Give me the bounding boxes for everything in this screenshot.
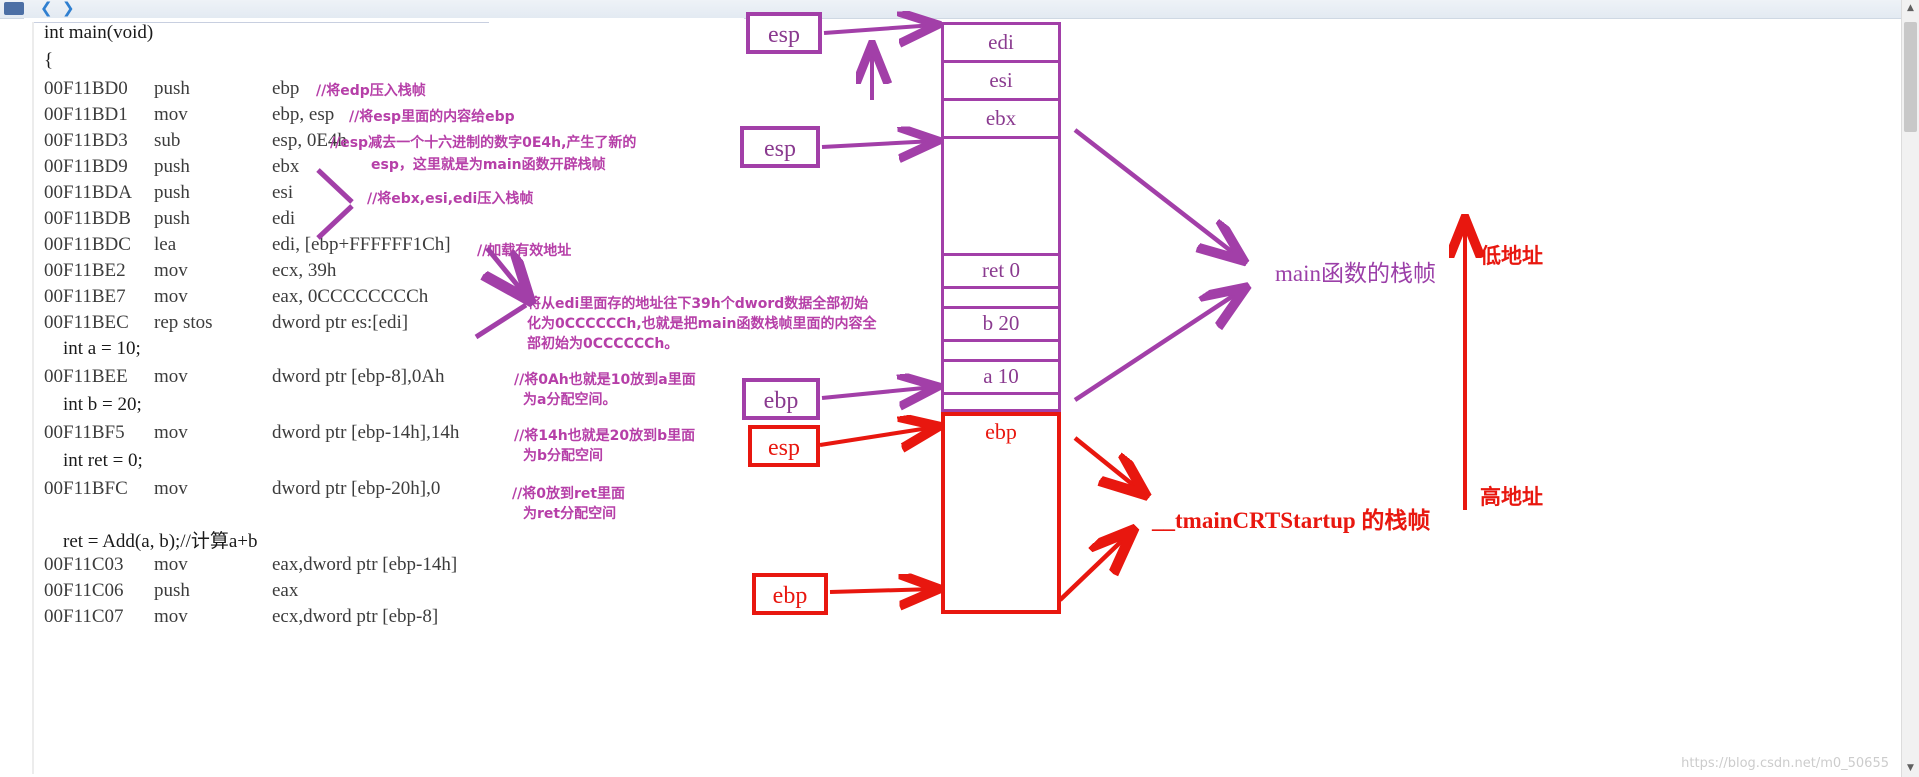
stack-cell bbox=[941, 339, 1061, 359]
stack-cell: ret 0 bbox=[941, 253, 1061, 286]
stack-cell bbox=[941, 136, 1061, 253]
chevron-right-icon[interactable]: ❯ bbox=[62, 1, 75, 16]
arrow-stack-top-to-main-frame bbox=[1073, 128, 1240, 258]
stack-cell-ebp: ebp bbox=[941, 412, 1061, 449]
code-comment: //将0Ah也就是10放到a里面 bbox=[514, 372, 696, 388]
code-comment: //将edp压入栈帧 bbox=[316, 83, 426, 99]
code-line: 00F11C07 mov ecx,dword ptr [ebp-8] bbox=[44, 606, 439, 627]
code-comment: //加载有效地址 bbox=[477, 243, 572, 259]
watermark-text: https://blog.csdn.net/m0_50655 bbox=[1681, 756, 1889, 771]
chevron-left-icon[interactable]: ❮ bbox=[40, 1, 53, 16]
code-comment: //将esp里面的内容给ebp bbox=[349, 109, 515, 125]
arrow-ebp-to-a bbox=[821, 387, 934, 398]
code-line: 00F11BD0 push ebp bbox=[44, 78, 300, 99]
register-box-ebp-1: ebp bbox=[742, 378, 820, 420]
register-box-esp-2: esp bbox=[740, 126, 820, 168]
code-line: 00F11BDC lea edi, [ebp+FFFFFF1Ch] bbox=[44, 234, 451, 255]
register-box-esp-red: esp bbox=[748, 425, 820, 467]
arrow-ebp-red-to-frame-bottom bbox=[829, 589, 935, 592]
code-line: 00F11C03 mov eax,dword ptr [ebp-14h] bbox=[44, 554, 458, 575]
stack-cell bbox=[941, 392, 1061, 412]
arrow-crt-frame-lower bbox=[1058, 533, 1130, 602]
code-left-guide-line bbox=[32, 22, 34, 774]
code-line: 00F11BDB push edi bbox=[44, 208, 296, 229]
code-comment: //esp减去一个十六进制的数字0E4h,产生了新的 bbox=[330, 135, 637, 151]
code-line: int main(void) bbox=[44, 22, 154, 43]
code-line: 00F11BE7 mov eax, 0CCCCCCCCh bbox=[44, 286, 429, 307]
code-line: 00F11BFC mov dword ptr [ebp-20h],0 bbox=[44, 478, 441, 499]
code-comment: 为b分配空间 bbox=[523, 448, 604, 464]
annotation-low-address: 低地址 bbox=[1480, 244, 1543, 268]
stack-cell: ebx bbox=[941, 98, 1061, 136]
code-comment: 将从edi里面存的地址往下39h个dword数据全部初始 bbox=[527, 296, 869, 312]
scroll-up-arrow-icon[interactable]: ▲ bbox=[1902, 0, 1919, 17]
code-comment: 为ret分配空间 bbox=[523, 506, 617, 522]
disassembly-code-pane: int main(void) { 00F11BD0 push ebp 00F11BD… bbox=[24, 18, 744, 777]
code-comment: esp，这里就是为main函数开辟栈帧 bbox=[371, 157, 606, 173]
code-line: int b = 20; bbox=[44, 394, 142, 415]
code-line: 00F11BEE mov dword ptr [ebp-8],0Ah bbox=[44, 366, 445, 387]
stack-cell: esi bbox=[941, 60, 1061, 98]
code-line: 00F11BDA push esi bbox=[44, 182, 294, 203]
code-line: 00F11BD1 mov ebp, esp bbox=[44, 104, 335, 125]
code-line: int ret = 0; bbox=[44, 450, 143, 471]
code-comment: 化为0CCCCCCh,也就是把main函数栈帧里面的内容全 bbox=[527, 316, 877, 332]
stack-cell: b 20 bbox=[941, 306, 1061, 339]
app-logo-icon bbox=[4, 2, 24, 15]
arrow-stack-bottom-to-main-frame bbox=[1073, 290, 1242, 402]
stack-cell: edi bbox=[941, 22, 1061, 60]
arrow-crt-frame-upper bbox=[1073, 436, 1142, 492]
register-box-esp-1: esp bbox=[746, 12, 822, 54]
code-comment: //将0放到ret里面 bbox=[512, 486, 626, 502]
code-line: 00F11BEC rep stos dword ptr es:[edi] bbox=[44, 312, 409, 333]
annotation-main-frame: main函数的栈帧 bbox=[1275, 261, 1436, 286]
code-comment: //将14h也就是20放到b里面 bbox=[514, 428, 696, 444]
code-line: 00F11BF5 mov dword ptr [ebp-14h],14h bbox=[44, 422, 460, 443]
code-line: { bbox=[44, 50, 54, 71]
annotation-crt-frame: __tmainCRTStartup 的栈帧 bbox=[1152, 508, 1431, 533]
scrollbar-thumb[interactable] bbox=[1904, 22, 1917, 132]
code-line: 00F11BE2 mov ecx, 39h bbox=[44, 260, 337, 281]
arrow-esp-red-to-ebp bbox=[819, 427, 935, 445]
scroll-down-arrow-icon[interactable]: ▼ bbox=[1902, 760, 1919, 777]
code-comment: //将ebx,esi,edi压入栈帧 bbox=[367, 191, 534, 207]
arrow-esp1-to-edi bbox=[823, 25, 934, 33]
browser-top-strip: ❮ ❯ bbox=[0, 0, 1919, 19]
stack-cell bbox=[941, 286, 1061, 306]
code-line: 00F11C06 push eax bbox=[44, 580, 299, 601]
code-comment: 部初始为0CCCCCCh。 bbox=[527, 336, 679, 352]
vertical-scrollbar[interactable]: ▲ ▼ bbox=[1901, 0, 1919, 777]
arrow-esp2-to-stack bbox=[821, 141, 934, 147]
stack-cell-crt-frame bbox=[941, 449, 1061, 614]
code-line: 00F11BD9 push ebx bbox=[44, 156, 300, 177]
code-line: int a = 10; bbox=[44, 338, 141, 359]
register-box-ebp-red: ebp bbox=[752, 573, 828, 615]
stack-diagram: edi esi ebx ret 0 b 20 a 10 ebp bbox=[941, 22, 1061, 614]
code-line: 00F11BD3 sub esp, 0E4h bbox=[44, 130, 347, 151]
annotation-high-address: 高地址 bbox=[1480, 485, 1543, 509]
code-line: ret = Add(a, b);//计算a+b bbox=[44, 531, 258, 552]
code-comment: 为a分配空间。 bbox=[523, 392, 617, 408]
stack-cell: a 10 bbox=[941, 359, 1061, 392]
